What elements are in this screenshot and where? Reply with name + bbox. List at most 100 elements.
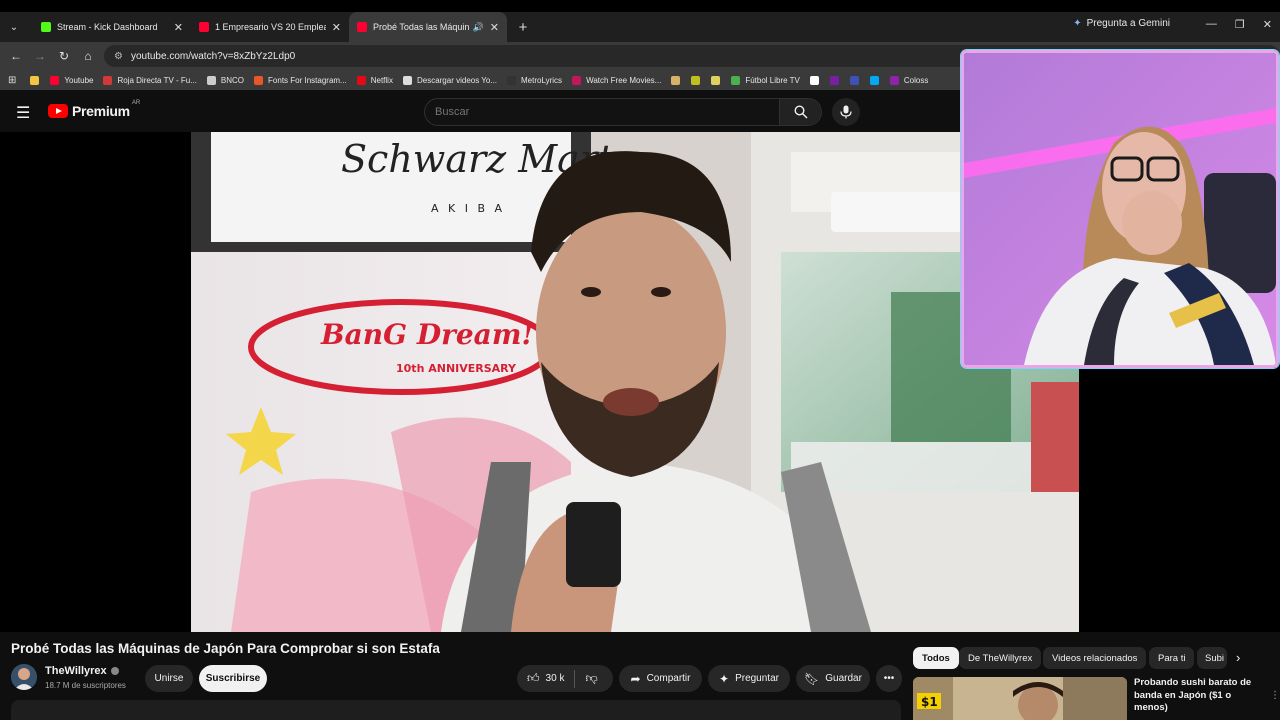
bookmark-favicon-icon bbox=[829, 75, 839, 85]
bookmark-item[interactable]: Netflix bbox=[356, 75, 393, 85]
new-tab-button[interactable]: + bbox=[513, 19, 533, 36]
share-button[interactable]: ➦ Compartir bbox=[619, 665, 702, 692]
bookmark-favicon-icon bbox=[869, 75, 879, 85]
tab-search-button[interactable]: ⌄ bbox=[3, 16, 25, 38]
bookmark-item[interactable]: Youtube bbox=[50, 75, 93, 85]
chip-label: De TheWillyrex bbox=[968, 652, 1033, 664]
video-frame: Schwarz Mart A K I B A BanG Dream! 10th … bbox=[191, 132, 1079, 632]
bookmark-favicon-icon bbox=[731, 75, 741, 85]
chip-para-ti[interactable]: Para ti bbox=[1149, 647, 1195, 669]
bookmark-list: Youtube Roja Directa TV - Fu... BNCO Fonts … bbox=[30, 75, 938, 85]
forward-arrow-icon[interactable]: → bbox=[28, 49, 52, 63]
share-label: Compartir bbox=[646, 673, 691, 684]
reload-icon[interactable]: ↻ bbox=[52, 49, 76, 63]
bookmark-item[interactable]: MetroLyrics bbox=[507, 75, 563, 85]
browser-tab-empresario[interactable]: 1 Empresario VS 20 Empleados ✕ bbox=[191, 12, 349, 42]
close-tab-icon[interactable]: ✕ bbox=[174, 21, 183, 34]
apps-grid-icon[interactable]: ⊞ bbox=[8, 75, 16, 86]
home-icon[interactable]: ⌂ bbox=[76, 49, 100, 63]
chip-label: Todos bbox=[922, 652, 950, 664]
bookmark-item[interactable] bbox=[809, 75, 824, 85]
youtube-premium-logo[interactable]: Premium AR bbox=[48, 100, 141, 119]
speaker-icon[interactable]: 🔊 bbox=[473, 22, 484, 33]
bookmark-label: BNCO bbox=[220, 75, 245, 85]
tab-title: 1 Empresario VS 20 Empleados bbox=[215, 22, 326, 32]
bookmark-favicon-icon bbox=[507, 75, 517, 85]
search-input[interactable] bbox=[425, 99, 779, 125]
browser-tab-kick[interactable]: Stream - Kick Dashboard ✕ bbox=[33, 12, 191, 42]
country-code: AR bbox=[131, 100, 141, 106]
bookmark-favicon-icon bbox=[671, 75, 681, 85]
chip-todos[interactable]: Todos bbox=[913, 647, 959, 669]
bookmark-item[interactable] bbox=[869, 75, 884, 85]
ask-label: Preguntar bbox=[735, 673, 779, 684]
minimize-icon[interactable]: — bbox=[1206, 18, 1217, 31]
chip-videos-relacionados[interactable]: Videos relacionados bbox=[1043, 647, 1147, 669]
bookmark-favicon-icon bbox=[809, 75, 819, 85]
chip-de-thewillyrex[interactable]: De TheWillyrex bbox=[959, 647, 1042, 669]
back-arrow-icon[interactable]: ← bbox=[4, 49, 28, 63]
bookmark-item[interactable] bbox=[30, 75, 44, 85]
channel-name[interactable]: TheWillyrex bbox=[45, 665, 119, 677]
bookmark-favicon-icon bbox=[402, 75, 412, 85]
close-window-icon[interactable]: ✕ bbox=[1263, 18, 1272, 31]
close-tab-icon[interactable]: ✕ bbox=[490, 21, 499, 34]
site-info-icon[interactable]: ⚙ bbox=[114, 51, 123, 62]
subscribe-button[interactable]: Suscribirse bbox=[199, 665, 267, 692]
bookmark-item[interactable] bbox=[829, 75, 844, 85]
bookmark-label: Fútbol Libre TV bbox=[745, 75, 800, 85]
bookmark-item[interactable] bbox=[849, 75, 864, 85]
bookmark-favicon-icon bbox=[103, 75, 113, 85]
chip-label: Para ti bbox=[1158, 652, 1186, 664]
logo-text: Premium bbox=[72, 103, 130, 119]
channel-avatar[interactable] bbox=[11, 664, 37, 690]
search-box bbox=[424, 98, 822, 126]
save-button[interactable]: 🔖︎ Guardar bbox=[796, 665, 870, 692]
join-button[interactable]: Unirse bbox=[145, 665, 193, 692]
chip-subidos[interactable]: Subi bbox=[1197, 647, 1227, 669]
ask-button[interactable]: ✦ Preguntar bbox=[708, 665, 790, 692]
dislike-thumb-icon[interactable]: 👎︎ bbox=[585, 671, 597, 686]
bookmark-label: Fonts For Instagram... bbox=[268, 75, 347, 85]
bookmark-label: MetroLyrics bbox=[521, 75, 563, 85]
bookmark-favicon-icon bbox=[691, 75, 701, 85]
bookmark-icon: 🔖︎ bbox=[804, 671, 820, 686]
browser-tab-active[interactable]: Probé Todas las Máquinas de 🔊 ✕ bbox=[349, 12, 507, 42]
recommended-thumbnail[interactable]: $1 bbox=[913, 677, 1127, 720]
bookmark-item[interactable] bbox=[691, 75, 705, 85]
gemini-label: Pregunta a Gemini bbox=[1086, 18, 1170, 29]
more-actions-button[interactable]: ••• bbox=[876, 665, 902, 692]
bookmark-item[interactable]: Roja Directa TV - Fu... bbox=[103, 75, 197, 85]
bookmark-favicon-icon bbox=[254, 75, 264, 85]
description-box[interactable] bbox=[11, 700, 901, 720]
close-tab-icon[interactable]: ✕ bbox=[332, 21, 341, 34]
bookmark-item[interactable]: Fonts For Instagram... bbox=[254, 75, 347, 85]
bookmark-favicon-icon bbox=[889, 75, 899, 85]
bookmark-item[interactable]: Watch Free Movies... bbox=[572, 75, 661, 85]
chevron-right-icon[interactable]: › bbox=[1236, 650, 1240, 665]
save-label: Guardar bbox=[825, 673, 862, 684]
bookmark-item[interactable]: Fútbol Libre TV bbox=[731, 75, 800, 85]
video-player[interactable]: Schwarz Mart A K I B A BanG Dream! 10th … bbox=[191, 132, 1079, 632]
bookmark-item[interactable]: Descargar videos Yo... bbox=[402, 75, 497, 85]
recommended-title[interactable]: Probando sushi barato de banda en Japón … bbox=[1134, 677, 1264, 715]
kebab-menu-icon[interactable]: ⋮ bbox=[1270, 690, 1280, 701]
verified-icon bbox=[110, 667, 119, 676]
bookmark-favicon-icon bbox=[711, 75, 721, 85]
voice-search-button[interactable] bbox=[832, 98, 860, 126]
bookmark-item[interactable]: Coloss bbox=[889, 75, 928, 85]
restore-icon[interactable]: ❐ bbox=[1235, 18, 1245, 31]
bookmark-favicon-icon bbox=[572, 75, 582, 85]
subscriber-count: 18.7 M de suscriptores bbox=[45, 681, 126, 690]
like-count[interactable]: 30 k bbox=[546, 673, 565, 684]
bookmark-item[interactable] bbox=[671, 75, 685, 85]
like-thumb-icon[interactable]: 👍︎ bbox=[527, 671, 540, 686]
search-button[interactable] bbox=[779, 99, 821, 125]
bookmark-item[interactable]: BNCO bbox=[206, 75, 245, 85]
window-controls: — ❐ ✕ bbox=[1206, 18, 1272, 31]
bookmark-item[interactable] bbox=[711, 75, 725, 85]
menu-icon[interactable]: ☰ bbox=[16, 103, 30, 123]
gemini-button[interactable]: ✦ Pregunta a Gemini bbox=[1073, 18, 1170, 29]
sparkle-icon: ✦ bbox=[719, 671, 730, 686]
youtube-favicon-icon bbox=[357, 22, 367, 32]
